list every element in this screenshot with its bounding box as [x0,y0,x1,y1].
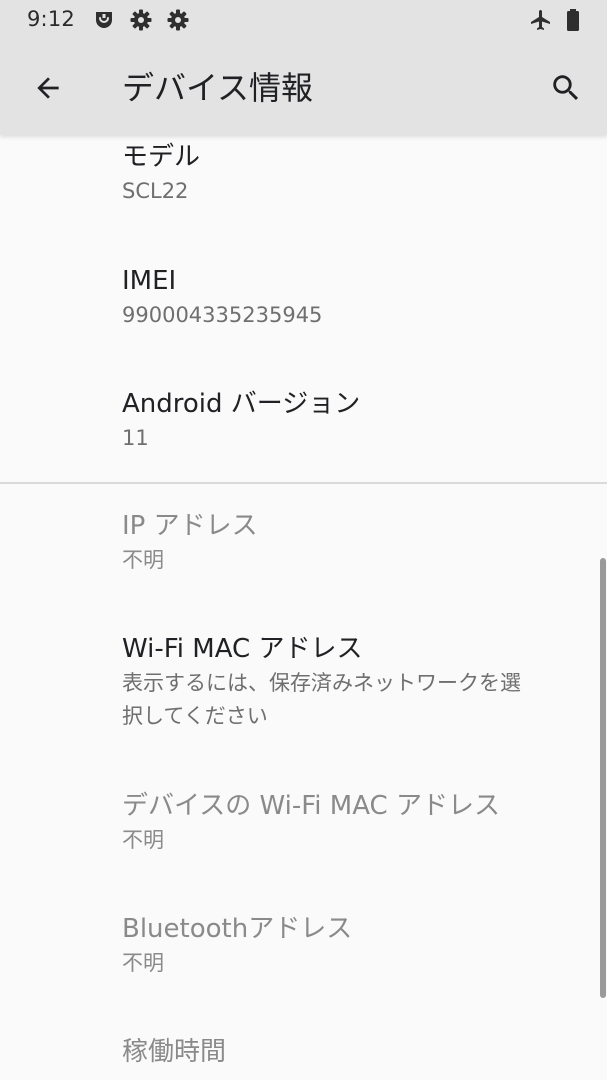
settings-list[interactable]: モデル SCL22 IMEI 990004335235945 Android バ… [0,135,607,1080]
item-title: IP アドレス [122,511,258,541]
item-summary: 不明 [122,951,164,975]
top-app-bar: 9:12 デバイス情報 [0,0,607,135]
list-item-bluetooth-address: Bluetoothアドレス 不明 [122,912,582,980]
item-summary-line-2: 択してください [122,704,268,728]
search-button[interactable] [542,64,590,112]
list-item-imei[interactable]: IMEI 990004335235945 [122,264,582,332]
scrollbar[interactable] [600,558,606,998]
airplane-mode-icon [531,10,550,30]
item-title: IMEI [122,266,177,296]
divider [0,482,607,484]
item-title: Android バージョン [122,389,361,419]
item-summary: 11 [122,426,149,450]
item-summary: SCL22 [122,179,189,203]
search-icon [553,75,579,101]
list-item-wifi-mac-address[interactable]: Wi-Fi MAC アドレス 表示するには、保存済みネットワークを選 択してくだ… [122,632,582,733]
list-item-android-version[interactable]: Android バージョン 11 [122,387,582,455]
item-summary: 不明 [122,548,164,572]
item-title: モデル [122,142,201,172]
item-summary: 不明 [122,828,164,852]
list-item-device-wifi-mac-address: デバイスの Wi-Fi MAC アドレス 不明 [122,789,582,857]
gear-icon [167,9,189,31]
page-title: デバイス情報 [122,69,314,107]
arrow-back-icon [37,77,59,99]
list-item-uptime: 稼働時間 [122,1035,582,1069]
notification-app-icon [96,12,112,28]
status-time: 9:12 [27,7,75,31]
item-summary-line-1: 表示するには、保存済みネットワークを選 [122,671,521,695]
item-title: Wi-Fi MAC アドレス [122,634,363,664]
item-title: デバイスの Wi-Fi MAC アドレス [122,791,500,821]
back-button[interactable] [24,64,72,112]
list-item-model[interactable]: モデル SCL22 [122,140,582,208]
gear-icon [130,9,152,31]
list-item-ip-address: IP アドレス 不明 [122,509,582,577]
item-summary: 990004335235945 [122,303,323,327]
status-bar: 9:12 [0,0,607,40]
item-title: 稼働時間 [122,1037,227,1067]
item-title: Bluetoothアドレス [122,914,353,944]
battery-icon [567,9,579,31]
